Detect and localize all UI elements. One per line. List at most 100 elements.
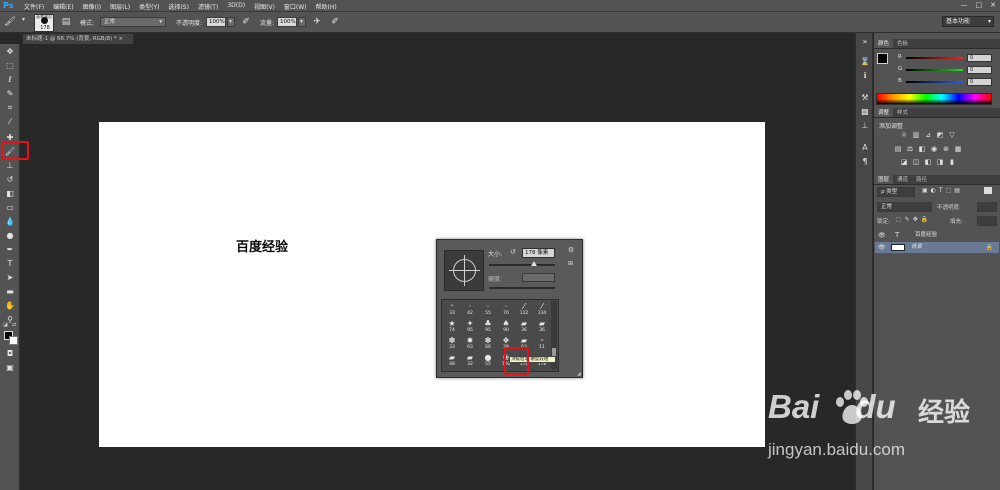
properties-icon[interactable]: ℹ [859,71,871,81]
crop-tool-icon[interactable]: ⌗ [2,102,18,113]
tab-adjustments[interactable]: 调整 [874,108,894,117]
brush-preset[interactable]: ⁄ 112 [516,302,532,319]
clone-stamp-tool-icon[interactable]: ⊥ [2,160,18,171]
brush-preset[interactable]: ⁺ 33 [444,302,460,319]
layer-row-background[interactable]: 👁 背景 🔒 [875,242,999,253]
brush-panel-toggle-icon[interactable]: ▤ [60,16,72,28]
tab-layers[interactable]: 图层 [874,175,894,184]
flow-slider-toggle[interactable]: ▾ [298,17,306,27]
levels-icon[interactable]: ▥ [912,132,920,139]
brush-preset[interactable]: ⁄ 134 [534,302,550,319]
blue-value-input[interactable]: 0 [967,78,992,86]
threshold-icon[interactable]: ◧ [924,159,932,166]
gradient-map-icon[interactable]: ▮ [948,159,956,166]
menu-help[interactable]: 帮助(H) [316,2,337,11]
menu-view[interactable]: 视图(V) [254,2,275,11]
menu-window[interactable]: 窗口(W) [284,2,307,11]
brush-preset[interactable]: · 70 [498,302,514,319]
quick-mask-icon[interactable]: ◘ [2,348,18,359]
hardness-slider-track[interactable] [489,287,555,289]
hardness-input[interactable] [522,273,555,282]
brush-preset[interactable]: ✽ 33 [444,336,460,353]
blue-slider[interactable] [906,81,963,83]
tab-color[interactable]: 颜色 [874,39,894,48]
menu-layer[interactable]: 图层(L) [110,2,130,11]
airbrush-icon[interactable]: ✈ [311,16,323,28]
clone-source-icon[interactable]: ⊥ [859,121,871,131]
tab-paths[interactable]: 路径 [912,175,931,184]
brush-preset[interactable]: ★ 74 [444,319,460,336]
hand-tool-icon[interactable]: ✋ [2,300,18,311]
green-value-input[interactable]: 0 [967,66,992,74]
tab-styles[interactable]: 样式 [893,108,912,117]
brush-preset[interactable]: ♠ 90 [498,319,514,336]
minimize-button[interactable]: — [961,1,968,9]
brush-preset[interactable]: ▰ 32 [462,353,478,370]
brush-presets-icon[interactable]: ▩ [859,107,871,117]
gradient-tool-icon[interactable]: ▭ [2,202,18,213]
red-slider[interactable] [906,57,963,59]
dodge-tool-icon[interactable]: ● [2,230,18,241]
green-slider[interactable] [906,69,963,71]
tab-channels[interactable]: 通道 [893,175,912,184]
opacity-slider-toggle[interactable]: ▾ [227,17,235,27]
layer-filter-select[interactable]: ρ 类型 [877,187,915,197]
move-tool-icon[interactable]: ✥ [2,46,18,57]
default-colors-icon[interactable]: ◪ [3,322,8,328]
posterize-icon[interactable]: ◫ [912,159,920,166]
color-balance-icon[interactable]: ⚖ [906,146,914,153]
layer-row-text[interactable]: 👁 T 百度经验 [875,230,999,241]
layer-opacity-input[interactable] [977,202,997,212]
document-canvas[interactable] [99,122,765,447]
shape-tool-icon[interactable]: ▬ [2,286,18,297]
eyedropper-tool-icon[interactable]: ⁄ [2,116,18,127]
flow-input[interactable]: 100% [277,17,297,27]
red-value-input[interactable]: 0 [967,54,992,62]
type-tool-icon[interactable]: T [2,258,18,269]
screen-mode-icon[interactable]: ▣ [2,362,18,373]
brush-preset[interactable]: ⁃ 11 [534,336,550,353]
color-lookup-icon[interactable]: ▦ [954,146,962,153]
menu-file[interactable]: 文件(F) [24,2,44,11]
character-icon[interactable]: A [859,143,871,153]
blur-tool-icon[interactable]: 💧 [2,216,18,227]
pressure-opacity-icon[interactable]: ✐ [240,16,252,28]
black-white-icon[interactable]: ◧ [918,146,926,153]
channel-mixer-icon[interactable]: ⊛ [942,146,950,153]
brush-preset[interactable]: ▰ 36 [534,319,550,336]
brush-preset[interactable]: ▰ 48 [444,353,460,370]
selective-color-icon[interactable]: ◨ [936,159,944,166]
gear-icon[interactable]: ⚙ [568,246,574,254]
lasso-tool-icon[interactable]: ℓ [2,74,18,85]
menu-3d[interactable]: 3D(D) [227,2,245,11]
brush-preset[interactable]: ● 55 [480,353,496,370]
brush-preset[interactable]: ▰ 36 [516,319,532,336]
size-slider-track[interactable] [489,264,555,266]
brush-tool-icon[interactable]: 🖌 [4,16,16,28]
pen-tool-icon[interactable]: ✒ [2,244,18,255]
layer-filter-icons[interactable]: ▣◐T⬚▤ [922,187,963,194]
history-brush-tool-icon[interactable]: ↺ [2,174,18,185]
swap-colors-icon[interactable]: ⇄ [12,322,16,328]
resize-grip-icon[interactable]: ◢ [577,371,581,377]
brush-preset[interactable]: ♣ 95 [480,319,496,336]
eraser-tool-icon[interactable]: ◧ [2,188,18,199]
reset-size-icon[interactable]: ↺ [510,248,516,256]
document-tab[interactable]: 未标题-1 @ 66.7% (背景, RGB/8) * × [22,33,134,44]
brush-size-input[interactable]: 178 像素 [522,248,555,258]
path-select-tool-icon[interactable]: ➤ [2,272,18,283]
history-icon[interactable]: ⌛ [859,57,871,67]
brush-preset[interactable]: ✦ 95 [462,319,478,336]
opacity-input[interactable]: 100% [206,17,226,27]
size-slider-knob[interactable] [531,261,537,266]
menu-type[interactable]: 类型(Y) [139,2,159,11]
close-button[interactable]: ✕ [990,1,996,9]
new-preset-icon[interactable]: ⊞ [568,260,573,267]
brush-preset[interactable]: ✽ 66 [480,336,496,353]
pressure-size-icon[interactable]: ✐ [329,16,341,28]
curves-icon[interactable]: ⊿ [924,132,932,139]
color-panel-foreground[interactable] [877,53,888,64]
brush-preset[interactable]: ✹ 63 [462,336,478,353]
tab-swatches[interactable]: 色板 [893,39,912,48]
brush-preset[interactable]: · 55 [480,302,496,319]
